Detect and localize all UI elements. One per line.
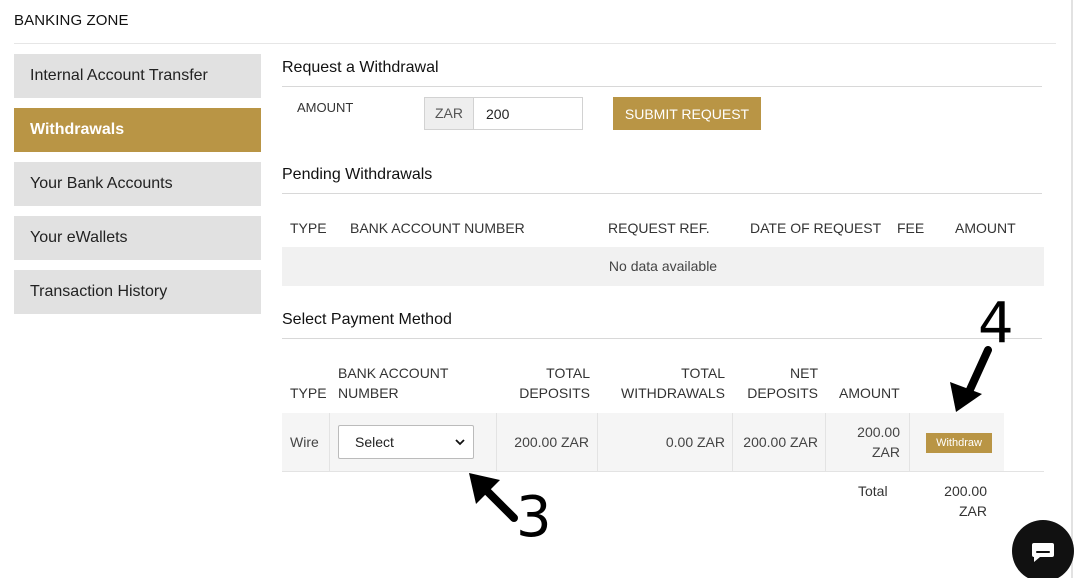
total-value: 200.00 bbox=[944, 483, 987, 499]
total-deposits-cell: 200.00 ZAR bbox=[514, 434, 589, 450]
withdraw-button[interactable]: Withdraw bbox=[926, 433, 992, 453]
annotation-step-3: 3 bbox=[516, 485, 552, 550]
sidebar-item-ewallets[interactable]: Your eWallets bbox=[14, 216, 261, 260]
chat-bubble-icon bbox=[1032, 543, 1054, 562]
sidebar-item-internal-transfer[interactable]: Internal Account Transfer bbox=[14, 54, 261, 98]
column-header: DATE OF REQUEST bbox=[750, 220, 882, 236]
column-header: NET bbox=[790, 365, 818, 381]
total-withdrawals-cell: 0.00 ZAR bbox=[665, 434, 725, 450]
payment-method-heading: Select Payment Method bbox=[282, 311, 452, 328]
column-header: BANK ACCOUNT NUMBER bbox=[350, 220, 525, 236]
arrow-icon bbox=[469, 473, 518, 522]
pending-withdrawals-heading: Pending Withdrawals bbox=[282, 166, 433, 183]
column-header: BANK ACCOUNT bbox=[338, 365, 449, 381]
request-withdrawal-heading: Request a Withdrawal bbox=[282, 59, 439, 76]
section-divider bbox=[282, 193, 1042, 194]
amount-input[interactable] bbox=[473, 97, 583, 130]
title-divider bbox=[14, 43, 1056, 44]
total-value-unit: ZAR bbox=[959, 503, 987, 519]
column-header: AMOUNT bbox=[955, 220, 1016, 236]
column-header: NUMBER bbox=[338, 385, 399, 401]
column-header: DEPOSITS bbox=[747, 385, 818, 401]
submit-request-button[interactable]: SUBMIT REQUEST bbox=[613, 97, 761, 130]
chevron-down-icon bbox=[455, 439, 465, 446]
currency-addon: ZAR bbox=[424, 97, 474, 130]
payment-type-cell: Wire bbox=[290, 434, 319, 450]
bank-account-select[interactable]: Select bbox=[338, 425, 474, 459]
total-label: Total bbox=[858, 483, 888, 499]
column-header: WITHDRAWALS bbox=[621, 385, 725, 401]
page-title: BANKING ZONE bbox=[14, 12, 129, 29]
empty-state-row: No data available bbox=[282, 247, 1044, 286]
amount-cell-unit: ZAR bbox=[872, 444, 900, 460]
column-header: REQUEST REF. bbox=[608, 220, 710, 236]
section-divider bbox=[282, 86, 1042, 87]
column-header: TOTAL bbox=[546, 365, 590, 381]
column-divider bbox=[825, 413, 826, 471]
net-deposits-cell: 200.00 ZAR bbox=[743, 434, 818, 450]
column-divider bbox=[329, 413, 330, 471]
column-header: TOTAL bbox=[681, 365, 725, 381]
row-divider bbox=[282, 471, 1044, 472]
column-header: DEPOSITS bbox=[519, 385, 590, 401]
annotation-step-4: 4 bbox=[978, 291, 1014, 356]
sidebar-item-withdrawals[interactable]: Withdrawals bbox=[14, 108, 261, 152]
select-value: Select bbox=[355, 434, 394, 450]
sidebar-item-bank-accounts[interactable]: Your Bank Accounts bbox=[14, 162, 261, 206]
amount-label: AMOUNT bbox=[297, 100, 354, 115]
column-header: TYPE bbox=[290, 220, 327, 236]
column-divider bbox=[732, 413, 733, 471]
chat-button[interactable] bbox=[1012, 520, 1074, 578]
column-header: AMOUNT bbox=[839, 385, 900, 401]
scrollbar-edge bbox=[1071, 0, 1073, 578]
amount-cell: 200.00 bbox=[857, 424, 900, 440]
column-header: TYPE bbox=[290, 385, 327, 401]
sidebar: Internal Account Transfer Withdrawals Yo… bbox=[14, 54, 262, 324]
section-divider bbox=[282, 338, 1042, 339]
column-divider bbox=[909, 413, 910, 471]
column-divider bbox=[597, 413, 598, 471]
sidebar-item-transaction-history[interactable]: Transaction History bbox=[14, 270, 261, 314]
arrow-icon bbox=[950, 346, 992, 412]
column-header: FEE bbox=[897, 220, 925, 236]
